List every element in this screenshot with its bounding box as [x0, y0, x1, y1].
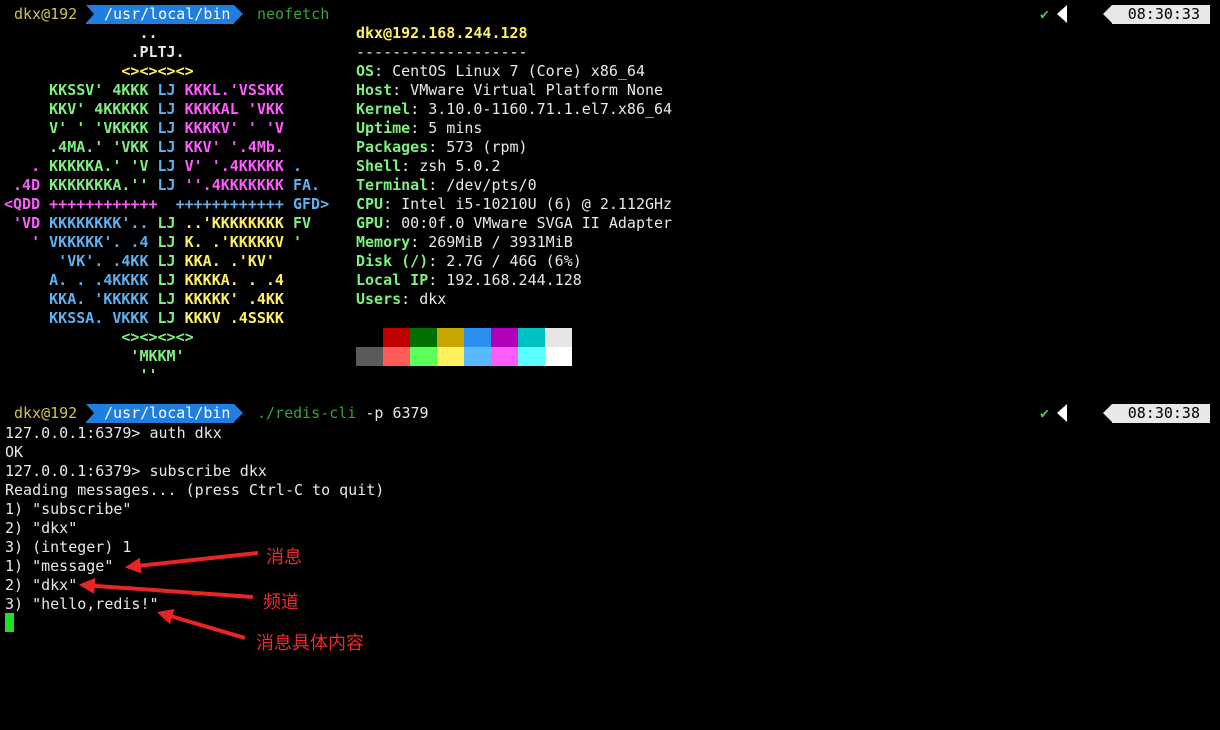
annotation-message: 消息 — [266, 547, 302, 568]
arrow-to-channel — [78, 577, 254, 599]
annotation-arrows — [78, 551, 259, 640]
arrow-to-content — [156, 608, 246, 640]
arrow-to-message — [124, 551, 259, 574]
annotation-channel: 频道 — [263, 592, 299, 613]
annotation-content: 消息具体内容 — [256, 633, 364, 654]
